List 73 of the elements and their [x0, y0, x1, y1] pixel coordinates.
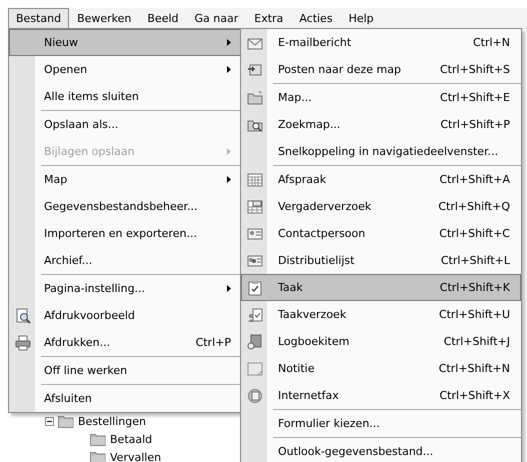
shortcut-label: Ctrl+Shift+A: [439, 173, 510, 186]
submenu-arrow-icon: [227, 39, 231, 46]
menu-bar-item[interactable]: Help: [340, 8, 382, 28]
folder-icon: [90, 450, 106, 462]
shortcut-label: Ctrl+Shift+J: [444, 335, 510, 348]
note-icon: [247, 361, 263, 377]
menu-bar-item[interactable]: Beeld: [139, 8, 187, 28]
menu-item[interactable]: Taak Ctrl+Shift+K: [241, 274, 521, 301]
submenu-arrow-icon: [227, 148, 231, 155]
menu-item[interactable]: Vergaderverzoek Ctrl+Shift+Q: [241, 193, 521, 220]
menu-item[interactable]: E-mailbericht Ctrl+N: [241, 29, 521, 56]
menu-bar-item[interactable]: Bewerken: [69, 8, 140, 28]
menu-bar-item[interactable]: Ga naar: [186, 8, 246, 28]
menu-item[interactable]: Internetfax Ctrl+Shift+X: [241, 382, 521, 409]
menu-item[interactable]: Map: [9, 166, 242, 193]
menu-item[interactable]: Formulier kiezen...: [241, 410, 521, 437]
shortcut-label: Ctrl+Shift+L: [440, 254, 510, 267]
shortcut-label: Ctrl+Shift+E: [440, 91, 510, 104]
book-clock-icon: [247, 334, 263, 350]
menu-bar-item[interactable]: Bestand: [8, 8, 70, 28]
clipboard-check-icon: [247, 280, 263, 296]
shortcut-label: Ctrl+Shift+S: [440, 63, 510, 76]
menu-item[interactable]: Outlook-gegevensbestand...: [241, 438, 521, 462]
folder-icon: [247, 90, 263, 106]
menu-item[interactable]: Archief...: [9, 247, 242, 274]
tree-item[interactable]: Bestellingen: [78, 414, 146, 428]
shortcut-label: Ctrl+Shift+Q: [438, 200, 510, 213]
menu-item[interactable]: Notitie Ctrl+Shift+N: [241, 355, 521, 382]
submenu-arrow-icon: [227, 285, 231, 292]
menu-item[interactable]: Openen: [9, 56, 242, 83]
contact-card-icon: [247, 226, 263, 242]
tree-item[interactable]: Vervallen: [110, 450, 162, 462]
menu-item[interactable]: Gegevensbestandsbeheer...: [9, 193, 242, 220]
menu-item[interactable]: Snelkoppeling in navigatiedeelvenster...: [241, 138, 521, 165]
menu-item[interactable]: Importeren en exporteren...: [9, 220, 242, 247]
shortcut-label: Ctrl+Shift+X: [439, 389, 510, 402]
clipboard-person-icon: [247, 307, 263, 323]
collapse-icon[interactable]: [45, 416, 54, 426]
menu-item[interactable]: Logboekitem Ctrl+Shift+J: [241, 328, 521, 355]
shortcut-label: Ctrl+Shift+U: [438, 308, 510, 321]
menu-item[interactable]: Afdrukvoorbeeld: [9, 302, 242, 329]
shortcut-label: Ctrl+N: [472, 36, 510, 49]
shortcut-label: Ctrl+Shift+C: [439, 227, 510, 240]
menu-item[interactable]: Pagina-instelling...: [9, 275, 242, 302]
folder-icon: [90, 432, 106, 446]
tree-item[interactable]: Betaald: [110, 432, 152, 446]
contact-group-icon: [247, 253, 263, 269]
menu-item[interactable]: Afspraak Ctrl+Shift+A: [241, 166, 521, 193]
magnifier-page-icon: [15, 308, 31, 324]
menu-item[interactable]: Afsluiten: [9, 385, 242, 412]
submenu-arrow-icon: [227, 176, 231, 183]
folder-icon: [58, 414, 74, 428]
menu-item[interactable]: Alle items sluiten: [9, 83, 242, 110]
menu-item[interactable]: Taakverzoek Ctrl+Shift+U: [241, 301, 521, 328]
menu-item[interactable]: Map... Ctrl+Shift+E: [241, 84, 521, 111]
menu-bar-item[interactable]: Extra: [246, 8, 292, 28]
menu-item[interactable]: Contactpersoon Ctrl+Shift+C: [241, 220, 521, 247]
menu-item[interactable]: Afdrukken... Ctrl+P: [9, 329, 242, 356]
calendar-envelope-icon: [247, 199, 263, 215]
calendar-icon: [247, 172, 263, 188]
shortcut-label: Ctrl+P: [196, 336, 231, 349]
shortcut-label: Ctrl+Shift+N: [438, 362, 510, 375]
menu-item[interactable]: Posten naar deze map Ctrl+Shift+S: [241, 56, 521, 83]
menu-item[interactable]: Opslaan als...: [9, 111, 242, 138]
menu-item[interactable]: Nieuw: [9, 29, 242, 56]
shortcut-label: Ctrl+Shift+K: [440, 281, 510, 294]
printer-icon: [15, 335, 31, 351]
menu-item[interactable]: Zoekmap... Ctrl+Shift+P: [241, 111, 521, 138]
submenu-arrow-icon: [227, 66, 231, 73]
menu-bar-item[interactable]: Acties: [291, 8, 341, 28]
shortcut-label: Ctrl+Shift+P: [440, 118, 510, 131]
menu-item[interactable]: Off line werken: [9, 357, 242, 384]
menu-item[interactable]: Distributielijst Ctrl+Shift+L: [241, 247, 521, 274]
